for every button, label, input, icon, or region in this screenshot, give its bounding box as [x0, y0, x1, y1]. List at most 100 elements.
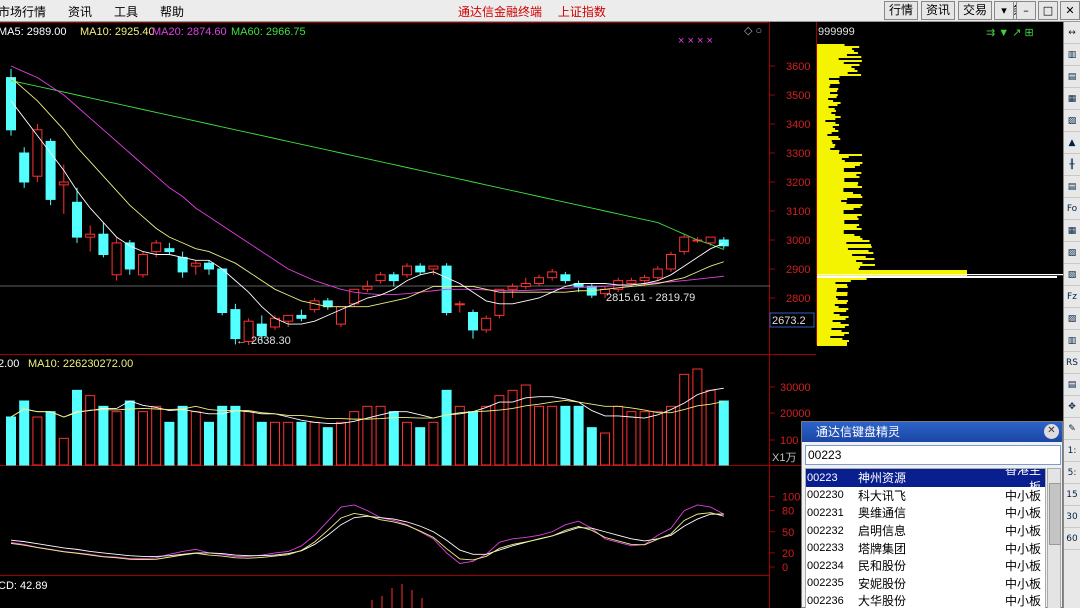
toolbar-button-11[interactable]: ▧	[1064, 264, 1080, 286]
result-market: 中小板	[1004, 594, 1041, 608]
chip-bar	[817, 300, 848, 302]
popup-title-bar[interactable]: 通达信键盘精灵 ✕	[802, 422, 1062, 442]
toolbar-button-3[interactable]: ▦	[1064, 88, 1080, 110]
chip-bar	[817, 158, 842, 160]
result-row[interactable]: 002230 科大讯飞 中小板	[806, 487, 1045, 505]
result-name: 安妮股份	[858, 576, 907, 591]
results-scrollbar[interactable]	[1047, 468, 1061, 608]
toolbar-button-12[interactable]: Fz	[1064, 286, 1080, 308]
ma20-label: MA20: 2874.60	[152, 26, 227, 38]
toolbar-button-0[interactable]: ↔	[1064, 22, 1080, 44]
chip-bar	[817, 46, 860, 48]
nav-trade-button[interactable]: 交易	[958, 1, 993, 20]
chip-bar	[817, 236, 861, 238]
nav-news-button[interactable]: 资讯	[921, 1, 956, 20]
chip-bar	[817, 86, 830, 88]
chip-bar	[817, 176, 860, 178]
toolbar-button-20[interactable]: 5:	[1064, 462, 1080, 484]
chip-bar	[817, 228, 862, 230]
result-row[interactable]: 002232 启明信息 中小板	[806, 522, 1045, 540]
chip-bar	[817, 216, 858, 218]
menu-market[interactable]: 市场行情	[0, 3, 46, 20]
toolbar-button-4[interactable]: ▨	[1064, 110, 1080, 132]
chip-bar	[817, 74, 862, 76]
toolbar-button-6[interactable]: ╫	[1064, 154, 1080, 176]
nav-quotes-button[interactable]: 行情	[884, 1, 919, 20]
toolbar-button-19[interactable]: 1:	[1064, 440, 1080, 462]
result-row[interactable]: 00223 神州资源 香港主板	[806, 469, 1045, 494]
result-code: 002231	[807, 506, 844, 519]
chip-bar	[817, 78, 829, 80]
chip-bar	[817, 44, 845, 46]
chip-bar	[817, 96, 837, 98]
toolbar-button-16[interactable]: ▤	[1064, 374, 1080, 396]
chip-bar	[817, 110, 836, 112]
chip-peak-line	[817, 274, 1063, 276]
chip-bar	[817, 154, 863, 156]
menu-help[interactable]: 帮助	[160, 3, 184, 20]
dropdown-icon[interactable]: ▾	[994, 1, 1014, 20]
toolbar-button-9[interactable]: ▦	[1064, 220, 1080, 242]
toolbar-button-7[interactable]: ▤	[1064, 176, 1080, 198]
chip-bar	[817, 48, 853, 50]
candle-body	[72, 201, 82, 238]
toolbar-button-13[interactable]: ▨	[1064, 308, 1080, 330]
popup-close-icon[interactable]: ✕	[1044, 424, 1059, 439]
toolbar-button-18[interactable]: ✎	[1064, 418, 1080, 440]
chip-bar	[817, 82, 840, 84]
profile-tools-icon[interactable]: ⇉ ▼ ↗ ⊞	[986, 27, 1034, 39]
result-row[interactable]: 002235 安妮股份 中小板	[806, 575, 1045, 593]
candle-body	[560, 274, 571, 282]
chip-bar	[817, 210, 844, 212]
volume-ma10-label: MA10: 226230272.00	[28, 358, 133, 370]
candle-body	[45, 140, 56, 200]
stock-search-input[interactable]	[805, 445, 1061, 465]
menu-news[interactable]: 资讯	[68, 3, 92, 20]
chip-bar	[817, 204, 863, 206]
app-name: 通达信金融终端	[458, 5, 543, 19]
close-icon[interactable]: ✕	[1060, 1, 1080, 20]
chip-bar	[817, 258, 875, 260]
toolbar-button-5[interactable]: ▲	[1064, 132, 1080, 154]
result-row[interactable]: 002233 塔牌集团 中小板	[806, 539, 1045, 557]
result-row[interactable]: 002231 奥维通信 中小板	[806, 504, 1045, 522]
chip-bar	[817, 192, 853, 194]
result-row[interactable]: 002234 民和股份 中小板	[806, 557, 1045, 575]
result-code: 002234	[807, 559, 844, 572]
volume-bar	[692, 368, 703, 466]
toolbar-button-10[interactable]: ▨	[1064, 242, 1080, 264]
chip-bar	[817, 250, 869, 252]
toolbar-button-21[interactable]: 15	[1064, 484, 1080, 506]
low-annotation: 2638.30	[251, 335, 291, 347]
toolbar-button-14[interactable]: ▥	[1064, 330, 1080, 352]
kdj-j-line	[10, 512, 724, 561]
chip-bar	[817, 240, 870, 242]
toolbar-button-22[interactable]: 30	[1064, 506, 1080, 528]
result-row[interactable]: 002236 大华股份 中小板	[806, 592, 1045, 608]
candle-body	[256, 323, 267, 337]
volume-bar	[573, 405, 584, 466]
menu-tools[interactable]: 工具	[114, 3, 138, 20]
candle-body	[428, 265, 439, 270]
toolbar-button-2[interactable]: ▤	[1064, 66, 1080, 88]
toolbar-button-15[interactable]: RS	[1064, 352, 1080, 374]
volume-bar	[481, 405, 492, 466]
volume-tick-label: 30000	[780, 382, 811, 394]
toolbar-button-1[interactable]: ▥	[1064, 44, 1080, 66]
diamond-icon[interactable]: ◇ ○	[744, 25, 762, 37]
volume-tick-label: 20000	[780, 408, 811, 420]
chip-bar	[817, 262, 863, 264]
candle-body	[283, 314, 294, 322]
toolbar-button-23[interactable]: 60	[1064, 528, 1080, 550]
indicator-markers: × × × ×	[678, 35, 713, 47]
minimize-icon[interactable]: –	[1016, 1, 1036, 20]
toolbar-button-8[interactable]: Fo	[1064, 198, 1080, 220]
chip-bar	[817, 138, 841, 140]
volume-bar	[626, 411, 637, 466]
chip-bar	[817, 230, 844, 232]
candle-body	[415, 265, 426, 273]
maximize-icon[interactable]: □	[1038, 1, 1058, 20]
candle-body	[85, 233, 96, 238]
chip-bar	[817, 326, 845, 328]
toolbar-button-17[interactable]: ✥	[1064, 396, 1080, 418]
